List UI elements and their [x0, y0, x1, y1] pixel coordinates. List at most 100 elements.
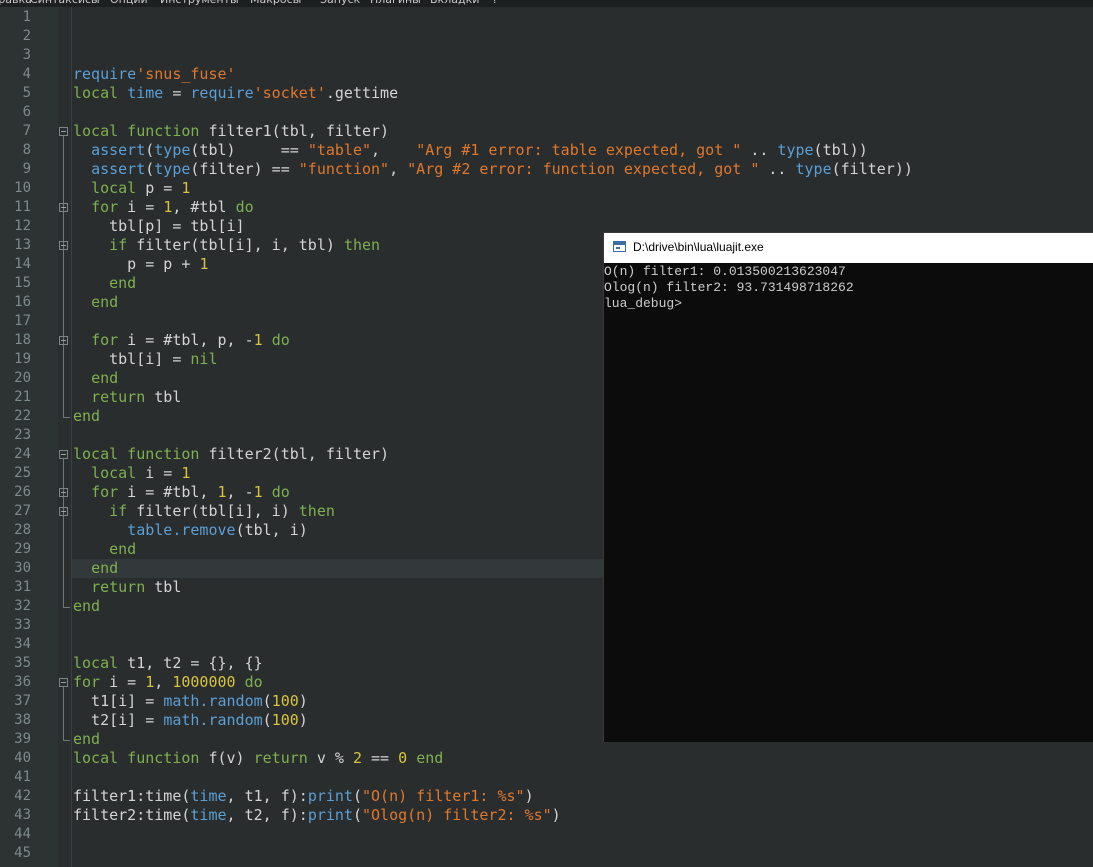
code-token: ( [145, 141, 155, 159]
code-token: (tbl)) [813, 141, 868, 159]
fold-toggle-icon[interactable] [59, 127, 68, 136]
code-token: for [91, 198, 119, 216]
code-line[interactable]: for i = 1, 1000000 do [73, 673, 263, 692]
code-line[interactable]: assert(type(tbl) == "table", "Arg #1 err… [73, 141, 868, 160]
menu-item[interactable]: Плагины [370, 0, 421, 6]
menu-item[interactable]: Синтаксисы [30, 0, 100, 6]
code-token: end [91, 369, 119, 387]
line-number: 44 [14, 826, 31, 842]
code-token: t1, t2 = {}, {} [118, 654, 263, 672]
menu-bar: ПравкаСинтаксисы Опции Инструменты Макросы З… [0, 0, 1093, 7]
code-line[interactable]: local function f(v) return v % 2 == 0 en… [73, 749, 443, 768]
fold-toggle-icon[interactable] [59, 336, 68, 345]
code-line[interactable]: local i = 1 [73, 464, 190, 483]
fold-toggle-icon[interactable] [59, 507, 68, 516]
code-line[interactable]: if filter(tbl[i], i) then [73, 502, 335, 521]
code-line[interactable]: for i = #tbl, p, -1 do [73, 331, 290, 350]
code-line[interactable]: for i = 1, #tbl do [73, 198, 254, 217]
menu-item[interactable]: Запуск [320, 0, 360, 6]
code-token: v % [307, 749, 353, 767]
code-token: , [389, 160, 408, 178]
code-line[interactable]: end [73, 730, 100, 749]
fold-toggle-icon[interactable] [59, 678, 68, 687]
code-token: ) [524, 787, 534, 805]
fold-guide [63, 459, 64, 605]
line-number: 12 [14, 218, 31, 234]
menu-item[interactable]: ? [492, 0, 498, 6]
code-token: ) [551, 806, 561, 824]
menu-item[interactable]: Вкладки [430, 0, 479, 6]
code-line[interactable]: return tbl [73, 578, 181, 597]
fold-toggle-icon[interactable] [59, 203, 68, 212]
code-token: type [795, 160, 832, 178]
code-token: 1 [253, 331, 263, 349]
line-number: 27 [14, 503, 31, 519]
code-line[interactable]: end [73, 597, 100, 616]
code-line[interactable]: local p = 1 [73, 179, 190, 198]
code-token: 1000000 [172, 673, 236, 691]
console-title-bar[interactable]: D:\drive\bin\lua\luajit.exe [604, 233, 1093, 263]
code-line[interactable]: if filter(tbl[i], i, tbl) then [73, 236, 380, 255]
line-number: 23 [14, 427, 31, 443]
code-token: filter1:time( [73, 787, 191, 805]
code-token: p = [136, 179, 182, 197]
code-token: tbl [145, 578, 182, 596]
code-line[interactable]: local time = require'socket'.gettime [73, 84, 398, 103]
code-line[interactable]: t2[i] = math.random(100) [73, 711, 308, 730]
line-number: 30 [14, 560, 31, 576]
fold-end-marker [63, 733, 70, 741]
code-token: ( [352, 787, 362, 805]
code-token: (tbl) == [190, 141, 308, 159]
code-line[interactable]: t1[i] = math.random(100) [73, 692, 308, 711]
line-number: 8 [22, 142, 31, 158]
fold-toggle-icon[interactable] [59, 241, 68, 250]
code-line[interactable]: tbl[p] = tbl[i] [73, 217, 244, 236]
menu-item[interactable]: Правка [0, 0, 32, 6]
code-line[interactable]: local function filter2(tbl, filter) [73, 445, 389, 464]
fold-toggle-icon[interactable] [59, 488, 68, 497]
code-line[interactable]: require'snus_fuse' [73, 65, 236, 84]
line-number: 32 [14, 598, 31, 614]
code-line[interactable]: assert(type(filter) == "function", "Arg … [73, 160, 913, 179]
code-line[interactable]: end [73, 293, 118, 312]
code-line[interactable]: end [73, 559, 118, 578]
code-line[interactable]: local function filter1(tbl, filter) [73, 122, 389, 141]
code-line[interactable]: end [73, 369, 118, 388]
fold-end-marker [63, 600, 70, 608]
code-line[interactable]: end [73, 407, 100, 426]
code-line[interactable]: table.remove(tbl, i) [73, 521, 308, 540]
code-token: local function [73, 445, 200, 463]
line-number: 18 [14, 332, 31, 348]
code-token: .gettime [325, 84, 399, 102]
code-line[interactable]: filter1:time(time, t1, f):print("O(n) fi… [73, 787, 534, 806]
menu-item[interactable]: Опции [110, 0, 148, 6]
code-token: , t2, f): [226, 806, 308, 824]
code-token: "Arg #2 error: function expected, got " [407, 160, 760, 178]
console-window[interactable]: D:\drive\bin\lua\luajit.exe O(n) filter1… [603, 232, 1093, 742]
line-number: 19 [14, 351, 31, 367]
code-line[interactable]: end [73, 274, 136, 293]
line-number: 17 [14, 313, 31, 329]
code-line[interactable]: end [73, 540, 136, 559]
menu-item[interactable]: Макросы [250, 0, 301, 6]
code-token: filter2(tbl, filter) [199, 445, 390, 463]
code-token: require [190, 84, 254, 102]
menu-item[interactable]: Инструменты [160, 0, 239, 6]
fold-toggle-icon[interactable] [59, 450, 68, 459]
code-token: (filter)) [831, 160, 913, 178]
code-line[interactable]: for i = #tbl, 1, -1 do [73, 483, 290, 502]
code-line[interactable]: tbl[i] = nil [73, 350, 217, 369]
code-line[interactable]: local t1, t2 = {}, {} [73, 654, 263, 673]
line-number: 38 [14, 712, 31, 728]
line-number: 45 [14, 845, 31, 861]
code-line[interactable]: p = p + 1 [73, 255, 208, 274]
code-token: (filter) == [190, 160, 299, 178]
code-line[interactable]: filter2:time(time, t2, f):print("Olog(n)… [73, 806, 561, 825]
line-number: 13 [14, 237, 31, 253]
code-line[interactable]: return tbl [73, 388, 181, 407]
